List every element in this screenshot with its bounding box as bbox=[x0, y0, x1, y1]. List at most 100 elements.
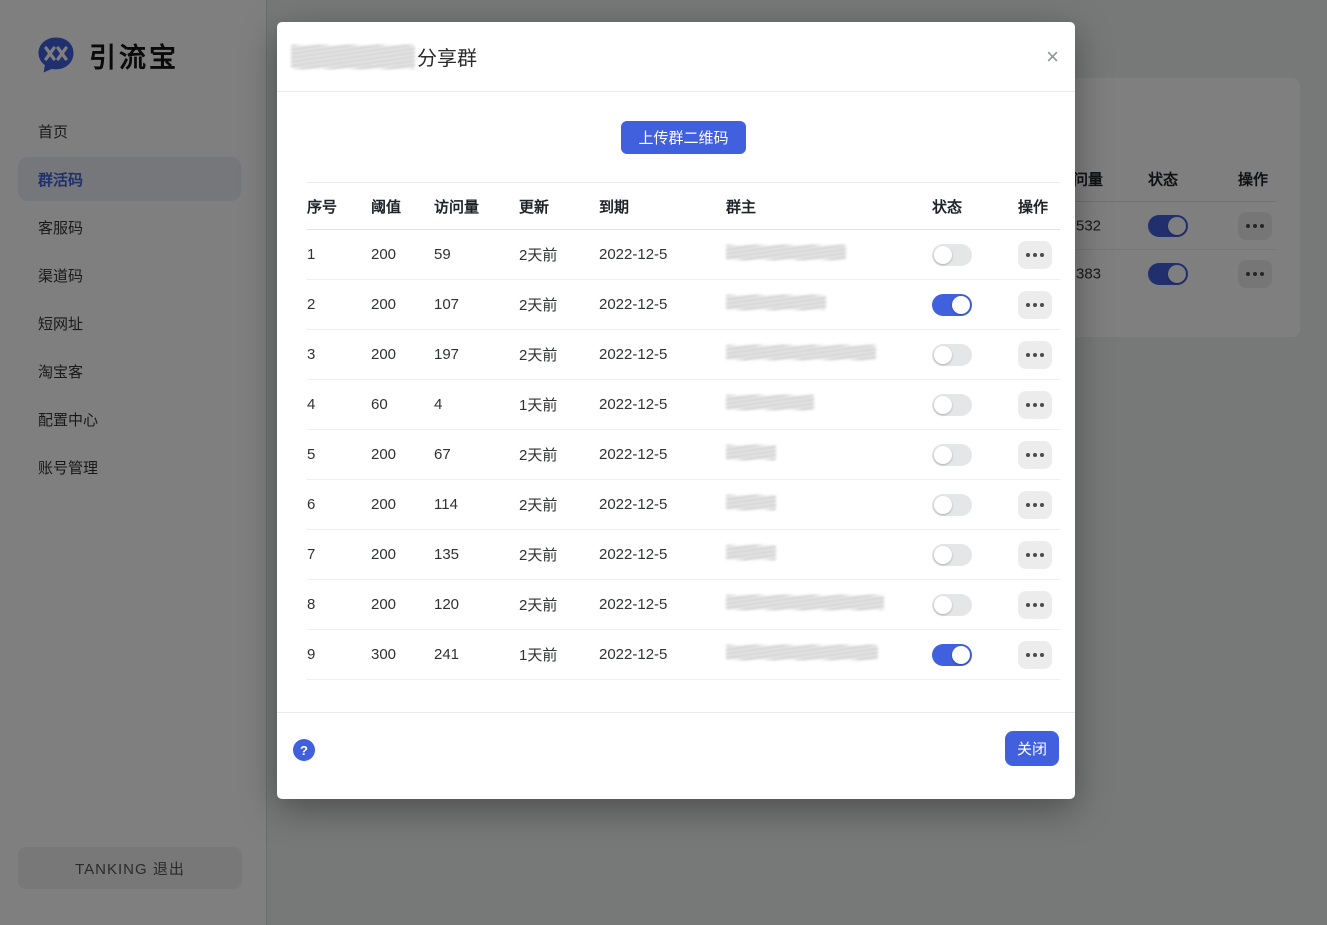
redacted-owner-name bbox=[726, 445, 776, 460]
help-icon[interactable]: ? bbox=[293, 739, 315, 761]
seq-cell: 4 bbox=[307, 396, 371, 413]
seq-cell: 5 bbox=[307, 446, 371, 463]
expires-cell: 2022-12-5 bbox=[599, 346, 726, 363]
table-row: 1 200 59 2天前 2022-12-5 bbox=[307, 230, 1060, 280]
expires-cell: 2022-12-5 bbox=[599, 446, 726, 463]
more-button[interactable] bbox=[1018, 591, 1052, 619]
expires-cell: 2022-12-5 bbox=[599, 646, 726, 663]
seq-cell: 8 bbox=[307, 596, 371, 613]
seq-cell: 2 bbox=[307, 296, 371, 313]
threshold-cell: 200 bbox=[371, 596, 434, 613]
threshold-cell: 200 bbox=[371, 496, 434, 513]
more-button[interactable] bbox=[1018, 491, 1052, 519]
seq-cell: 3 bbox=[307, 346, 371, 363]
redacted-owner-name bbox=[726, 295, 826, 310]
threshold-cell: 200 bbox=[371, 446, 434, 463]
table-row: 2 200 107 2天前 2022-12-5 bbox=[307, 280, 1060, 330]
table-row: 9 300 241 1天前 2022-12-5 bbox=[307, 630, 1060, 680]
threshold-cell: 300 bbox=[371, 646, 434, 663]
column-header-expires: 到期 bbox=[599, 196, 726, 217]
close-modal-button[interactable]: 关闭 bbox=[1005, 731, 1059, 766]
status-toggle[interactable] bbox=[932, 294, 972, 316]
expires-cell: 2022-12-5 bbox=[599, 546, 726, 563]
modal-table-header: 序号 阈值 访问量 更新 到期 群主 状态 操作 bbox=[307, 183, 1060, 230]
modal-table: 序号 阈值 访问量 更新 到期 群主 状态 操作 1 200 59 2天前 20… bbox=[307, 182, 1060, 680]
owner-cell bbox=[726, 345, 932, 364]
table-row: 5 200 67 2天前 2022-12-5 bbox=[307, 430, 1060, 480]
updated-cell: 2天前 bbox=[519, 594, 599, 615]
column-header-visits: 访问量 bbox=[434, 196, 519, 217]
expires-cell: 2022-12-5 bbox=[599, 596, 726, 613]
more-button[interactable] bbox=[1018, 291, 1052, 319]
status-toggle[interactable] bbox=[932, 494, 972, 516]
threshold-cell: 200 bbox=[371, 346, 434, 363]
status-toggle[interactable] bbox=[932, 344, 972, 366]
modal: 分享群 × 上传群二维码 序号 阈值 访问量 更新 到期 群主 状态 操作 1 bbox=[277, 22, 1075, 799]
updated-cell: 2天前 bbox=[519, 294, 599, 315]
table-row: 4 60 4 1天前 2022-12-5 bbox=[307, 380, 1060, 430]
threshold-cell: 200 bbox=[371, 546, 434, 563]
redacted-owner-name bbox=[726, 545, 776, 560]
redacted-owner-name bbox=[726, 495, 776, 510]
visits-cell: 135 bbox=[434, 546, 519, 563]
upload-qrcode-button[interactable]: 上传群二维码 bbox=[621, 121, 745, 154]
modal-footer: ? 关闭 bbox=[277, 712, 1075, 799]
redacted-owner-name bbox=[726, 395, 814, 410]
redacted-owner-name bbox=[726, 645, 878, 660]
updated-cell: 2天前 bbox=[519, 494, 599, 515]
visits-cell: 241 bbox=[434, 646, 519, 663]
more-button[interactable] bbox=[1018, 441, 1052, 469]
updated-cell: 2天前 bbox=[519, 444, 599, 465]
status-toggle[interactable] bbox=[932, 644, 972, 666]
owner-cell bbox=[726, 395, 932, 414]
updated-cell: 2天前 bbox=[519, 544, 599, 565]
table-row: 3 200 197 2天前 2022-12-5 bbox=[307, 330, 1060, 380]
updated-cell: 2天前 bbox=[519, 244, 599, 265]
visits-cell: 120 bbox=[434, 596, 519, 613]
updated-cell: 1天前 bbox=[519, 394, 599, 415]
more-button[interactable] bbox=[1018, 341, 1052, 369]
column-header-status: 状态 bbox=[932, 196, 1018, 217]
owner-cell bbox=[726, 445, 932, 464]
table-row: 7 200 135 2天前 2022-12-5 bbox=[307, 530, 1060, 580]
more-button[interactable] bbox=[1018, 541, 1052, 569]
visits-cell: 197 bbox=[434, 346, 519, 363]
owner-cell bbox=[726, 645, 932, 664]
more-button[interactable] bbox=[1018, 391, 1052, 419]
seq-cell: 1 bbox=[307, 246, 371, 263]
status-toggle[interactable] bbox=[932, 544, 972, 566]
owner-cell bbox=[726, 495, 932, 514]
status-toggle[interactable] bbox=[932, 444, 972, 466]
visits-cell: 67 bbox=[434, 446, 519, 463]
column-header-actions: 操作 bbox=[1018, 196, 1060, 217]
owner-cell bbox=[726, 295, 932, 314]
visits-cell: 107 bbox=[434, 296, 519, 313]
more-button[interactable] bbox=[1018, 641, 1052, 669]
column-header-threshold: 阈值 bbox=[371, 196, 434, 217]
visits-cell: 59 bbox=[434, 246, 519, 263]
status-toggle[interactable] bbox=[932, 244, 972, 266]
threshold-cell: 200 bbox=[371, 246, 434, 263]
status-toggle[interactable] bbox=[932, 594, 972, 616]
modal-title: 分享群 bbox=[417, 42, 477, 71]
redacted-owner-name bbox=[726, 345, 876, 360]
expires-cell: 2022-12-5 bbox=[599, 246, 726, 263]
column-header-updated: 更新 bbox=[519, 196, 599, 217]
modal-header: 分享群 × bbox=[277, 22, 1075, 92]
expires-cell: 2022-12-5 bbox=[599, 396, 726, 413]
threshold-cell: 60 bbox=[371, 396, 434, 413]
table-row: 6 200 114 2天前 2022-12-5 bbox=[307, 480, 1060, 530]
owner-cell bbox=[726, 545, 932, 564]
close-icon[interactable]: × bbox=[1046, 46, 1059, 68]
visits-cell: 114 bbox=[434, 496, 519, 513]
modal-body: 上传群二维码 序号 阈值 访问量 更新 到期 群主 状态 操作 1 200 59 bbox=[277, 121, 1075, 680]
owner-cell bbox=[726, 245, 932, 264]
seq-cell: 6 bbox=[307, 496, 371, 513]
redacted-owner-name bbox=[726, 245, 846, 260]
updated-cell: 2天前 bbox=[519, 344, 599, 365]
expires-cell: 2022-12-5 bbox=[599, 496, 726, 513]
more-button[interactable] bbox=[1018, 241, 1052, 269]
status-toggle[interactable] bbox=[932, 394, 972, 416]
redacted-owner-name bbox=[726, 595, 884, 610]
updated-cell: 1天前 bbox=[519, 644, 599, 665]
